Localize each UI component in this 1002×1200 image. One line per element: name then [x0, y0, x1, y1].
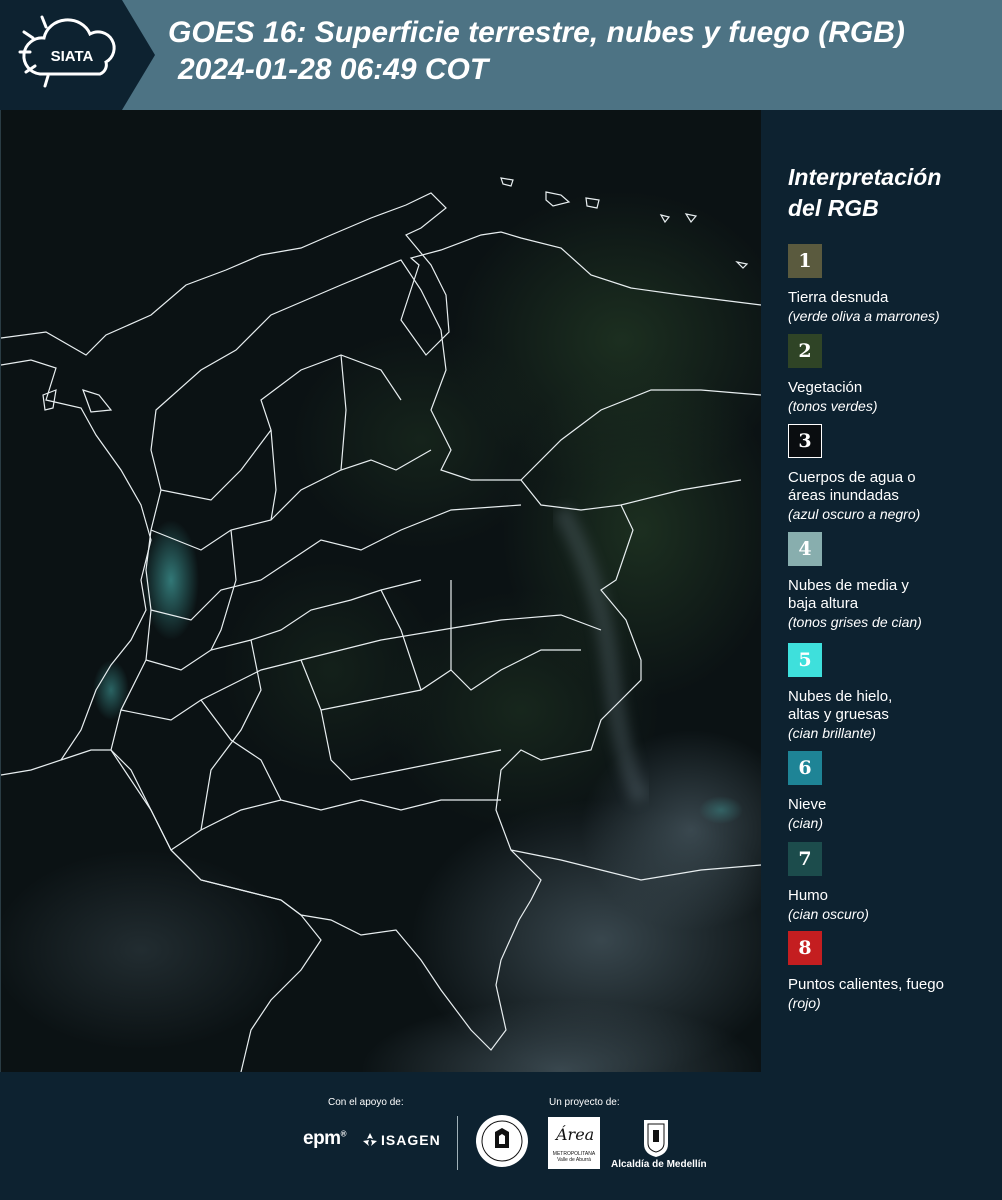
- legend-item-subtitle: (tonos verdes): [788, 398, 878, 414]
- legend-label-line: baja altura: [788, 595, 859, 612]
- legend-swatch: 4: [788, 532, 822, 566]
- legend-label-line: Humo: [788, 887, 829, 904]
- epm-logo: epm®: [303, 1128, 347, 1149]
- legend-label-line: altas y gruesas: [788, 706, 889, 723]
- legend-item-fire: 8 Puntos calientes, fuego (rojo): [788, 931, 998, 1012]
- siata-logo-text: SIATA: [51, 48, 94, 65]
- isagen-logo-text: ISAGEN: [381, 1132, 441, 1148]
- university-seal-icon: [476, 1115, 528, 1167]
- isagen-logo: ISAGEN: [362, 1132, 441, 1148]
- footer-divider: [457, 1116, 458, 1170]
- legend-label-line: Tierra desnuda: [788, 289, 889, 306]
- legend-item-label: Nubes de hielo, altas y gruesas: [788, 688, 998, 724]
- header: SIATA GOES 16: Superficie terrestre, nub…: [0, 0, 1002, 110]
- legend-label-line: Nubes de hielo,: [788, 688, 893, 705]
- legend-label-line: Vegetación: [788, 379, 863, 396]
- legend-item-vegetation: 2 Vegetación (tonos verdes): [788, 334, 998, 415]
- legend-item-label: Cuerpos de agua o áreas inundadas: [788, 469, 998, 505]
- area-logo-text: Área: [556, 1125, 595, 1144]
- legend-item-label: Nieve: [788, 796, 998, 814]
- page-title: GOES 16: Superficie terrestre, nubes y f…: [168, 14, 905, 88]
- legend-label-line: Cuerpos de agua o: [788, 469, 916, 486]
- legend-item-smoke: 7 Humo (cian oscuro): [788, 842, 998, 923]
- legend-title-line-1: Interpretación: [788, 164, 942, 190]
- legend-item-mid-low-clouds: 4 Nubes de media y baja altura (tonos gr…: [788, 532, 998, 631]
- legend-label-line: Nubes de media y: [788, 577, 909, 594]
- legend-swatch: 3: [788, 424, 822, 458]
- legend-swatch: 2: [788, 334, 822, 368]
- area-metropolitana-logo: Área METROPOLITANA Valle de Aburrá: [548, 1117, 600, 1169]
- satellite-map[interactable]: [0, 110, 761, 1073]
- legend-item-label: Tierra desnuda: [788, 289, 998, 307]
- legend-item-ice-clouds: 5 Nubes de hielo, altas y gruesas (cian …: [788, 643, 998, 742]
- alcaldia-logo-text: Alcaldía de Medellín: [611, 1159, 707, 1170]
- siata-logo: SIATA: [0, 0, 155, 110]
- isagen-icon: [363, 1133, 377, 1146]
- medellin-shield-icon: [644, 1120, 668, 1157]
- area-logo-subtext: METROPOLITANA Valle de Aburrá: [552, 1151, 596, 1163]
- legend-swatch: 7: [788, 842, 822, 876]
- legend-item-subtitle: (cian brillante): [788, 725, 876, 741]
- legend-item-snow: 6 Nieve (cian): [788, 751, 998, 832]
- legend-swatch: 1: [788, 244, 822, 278]
- legend-swatch: 8: [788, 931, 822, 965]
- legend-swatch: 5: [788, 643, 822, 677]
- footer: Con el apoyo de: Un proyecto de: epm® IS…: [0, 1072, 1002, 1200]
- legend-item-label: Nubes de media y baja altura: [788, 577, 998, 613]
- title-line-1: GOES 16: Superficie terrestre, nubes y f…: [168, 16, 905, 49]
- legend-title-line-2: del RGB: [788, 195, 879, 221]
- legend-item-label: Puntos calientes, fuego: [788, 976, 998, 994]
- legend-label-line: Puntos calientes, fuego: [788, 976, 944, 993]
- legend-item-water: 3 Cuerpos de agua o áreas inundadas (azu…: [788, 424, 998, 523]
- epm-logo-text: epm: [303, 1128, 341, 1149]
- title-line-2: 2024-01-28 06:49 COT: [178, 53, 489, 86]
- legend-swatch: 6: [788, 751, 822, 785]
- legend-item-subtitle: (azul oscuro a negro): [788, 506, 921, 522]
- legend-item-subtitle: (rojo): [788, 995, 821, 1011]
- legend-panel: Interpretación del RGB 1 Tierra desnuda …: [762, 110, 1002, 1072]
- legend-item-subtitle: (cian): [788, 815, 824, 831]
- legend-item-subtitle: (verde oliva a marrones): [788, 308, 940, 324]
- legend-label-line: Nieve: [788, 796, 827, 813]
- project-caption: Un proyecto de:: [549, 1097, 620, 1108]
- legend-item-label: Vegetación: [788, 379, 998, 397]
- legend-item-subtitle: (cian oscuro): [788, 906, 869, 922]
- support-caption: Con el apoyo de:: [328, 1097, 404, 1108]
- legend-item-bare-soil: 1 Tierra desnuda (verde oliva a marrones…: [788, 244, 998, 325]
- legend-item-label: Humo: [788, 887, 998, 905]
- legend-title: Interpretación del RGB: [788, 162, 941, 224]
- legend-label-line: áreas inundadas: [788, 487, 899, 504]
- legend-item-subtitle: (tonos grises de cian): [788, 614, 922, 630]
